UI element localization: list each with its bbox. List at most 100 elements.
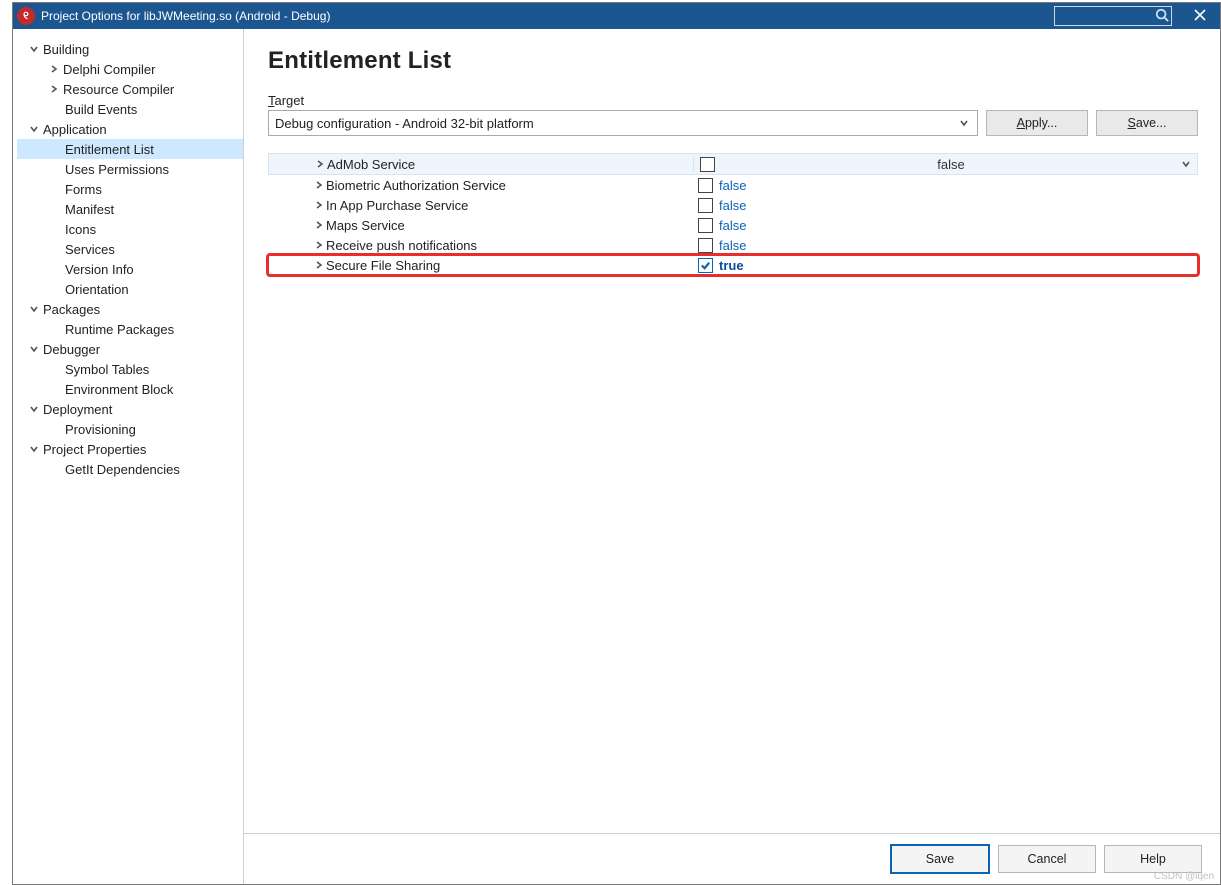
sidebar-group[interactable]: Application: [17, 119, 243, 139]
sidebar-item[interactable]: Runtime Packages: [17, 319, 243, 339]
apply-button[interactable]: Apply...: [986, 110, 1088, 136]
sidebar-item[interactable]: Symbol Tables: [17, 359, 243, 379]
dialog-footer: Save Cancel Help: [244, 833, 1220, 884]
sidebar-item[interactable]: Provisioning: [17, 419, 243, 439]
sidebar-group[interactable]: Packages: [17, 299, 243, 319]
sidebar-tree[interactable]: Building Delphi Compiler Resource Compiler…: [13, 29, 244, 884]
entitlement-row[interactable]: Secure File Sharing true: [268, 255, 1198, 275]
sidebar-group-label: Debugger: [41, 342, 100, 357]
sidebar-item-label: Orientation: [63, 282, 129, 297]
page-title: Entitlement List: [268, 47, 1198, 75]
cancel-button[interactable]: Cancel: [998, 845, 1096, 873]
chevron-icon: [27, 442, 41, 456]
sidebar-item-label: Environment Block: [63, 382, 173, 397]
entitlement-value: false: [719, 218, 746, 233]
sidebar-item-label: Entitlement List: [63, 142, 154, 157]
sidebar-item[interactable]: Entitlement List: [17, 139, 243, 159]
window-title: Project Options for libJWMeeting.so (And…: [41, 9, 330, 23]
chevron-icon: [47, 62, 61, 76]
sidebar-group[interactable]: Building: [17, 39, 243, 59]
sidebar-item[interactable]: Version Info: [17, 259, 243, 279]
entitlement-row[interactable]: In App Purchase Service false: [268, 195, 1198, 215]
sidebar-group[interactable]: Deployment: [17, 399, 243, 419]
sidebar-group-label: Application: [41, 122, 107, 137]
save-config-button[interactable]: Save...: [1096, 110, 1198, 136]
sidebar-item-label: Runtime Packages: [63, 322, 174, 337]
target-select[interactable]: Debug configuration - Android 32-bit pla…: [268, 110, 978, 136]
checkbox[interactable]: [698, 258, 713, 273]
entitlement-value: false: [937, 157, 964, 172]
chevron-icon: [312, 260, 326, 270]
checkbox[interactable]: [698, 198, 713, 213]
entitlement-name: Secure File Sharing: [326, 258, 440, 273]
sidebar-group[interactable]: Project Properties: [17, 439, 243, 459]
checkbox[interactable]: [698, 238, 713, 253]
entitlement-value-cell[interactable]: false: [693, 157, 1197, 172]
entitlement-row[interactable]: Biometric Authorization Servicefalse: [268, 175, 1198, 195]
entitlement-value: true: [719, 258, 744, 273]
checkbox[interactable]: [700, 157, 715, 172]
close-icon: [1194, 9, 1206, 24]
sidebar-group-label: Project Properties: [41, 442, 146, 457]
sidebar-group-label: Packages: [41, 302, 100, 317]
chevron-down-icon: [1181, 157, 1191, 172]
chevron-icon: [27, 42, 41, 56]
titlebar-search-input[interactable]: [1054, 6, 1172, 26]
chevron-icon: [47, 82, 61, 96]
sidebar-item-label: Icons: [63, 222, 96, 237]
sidebar-item-label: Provisioning: [63, 422, 136, 437]
sidebar-item-label: Uses Permissions: [63, 162, 169, 177]
chevron-icon: [27, 122, 41, 136]
sidebar-item-label: Manifest: [63, 202, 114, 217]
sidebar-group[interactable]: Debugger: [17, 339, 243, 359]
project-options-window: ୧ Project Options for libJWMeeting.so (A…: [12, 2, 1221, 885]
entitlement-row[interactable]: AdMob Service false: [268, 153, 1198, 175]
sidebar-item[interactable]: Delphi Compiler: [17, 59, 243, 79]
help-button[interactable]: Help: [1104, 845, 1202, 873]
target-label: Target: [268, 93, 1198, 108]
sidebar-group-label: Deployment: [41, 402, 112, 417]
chevron-down-icon: [959, 116, 971, 131]
entitlement-name: AdMob Service: [327, 157, 415, 172]
entitlement-value-cell[interactable]: false: [692, 218, 1198, 233]
title-bar: ୧ Project Options for libJWMeeting.so (A…: [13, 3, 1220, 29]
entitlement-row[interactable]: Maps Service false: [268, 215, 1198, 235]
checkbox[interactable]: [698, 218, 713, 233]
sidebar-item[interactable]: Resource Compiler: [17, 79, 243, 99]
chevron-icon: [312, 240, 326, 250]
sidebar-item-label: GetIt Dependencies: [63, 462, 180, 477]
entitlement-value-cell[interactable]: false: [692, 238, 1198, 253]
watermark: CSDN @lqen: [1154, 871, 1214, 882]
chevron-icon: [312, 180, 326, 190]
sidebar-group-label: Building: [41, 42, 89, 57]
entitlement-value: false: [719, 238, 746, 253]
sidebar-item[interactable]: Orientation: [17, 279, 243, 299]
sidebar-item[interactable]: Environment Block: [17, 379, 243, 399]
sidebar-item-label: Version Info: [63, 262, 134, 277]
save-button[interactable]: Save: [890, 844, 990, 874]
sidebar-item[interactable]: Uses Permissions: [17, 159, 243, 179]
entitlement-name: Receive push notifications: [326, 238, 477, 253]
entitlement-value-cell[interactable]: true: [692, 258, 1198, 273]
chevron-icon: [27, 302, 41, 316]
sidebar-item[interactable]: Build Events: [17, 99, 243, 119]
entitlement-row[interactable]: Receive push notifications false: [268, 235, 1198, 255]
entitlement-name: In App Purchase Service: [326, 198, 468, 213]
sidebar-item[interactable]: Services: [17, 239, 243, 259]
chevron-icon: [27, 342, 41, 356]
sidebar-item-label: Services: [63, 242, 115, 257]
entitlement-value: false: [719, 198, 746, 213]
entitlement-grid: AdMob ServicefalseBiometric Authorizatio…: [268, 152, 1198, 275]
sidebar-item[interactable]: GetIt Dependencies: [17, 459, 243, 479]
entitlement-value-cell[interactable]: false: [692, 178, 1198, 193]
chevron-icon: [313, 159, 327, 169]
sidebar-item-label: Delphi Compiler: [61, 62, 155, 77]
entitlement-name: Maps Service: [326, 218, 405, 233]
sidebar-item[interactable]: Manifest: [17, 199, 243, 219]
checkbox[interactable]: [698, 178, 713, 193]
sidebar-item[interactable]: Forms: [17, 179, 243, 199]
close-button[interactable]: [1180, 3, 1220, 29]
entitlement-value-cell[interactable]: false: [692, 198, 1198, 213]
target-select-value: Debug configuration - Android 32-bit pla…: [275, 116, 534, 131]
sidebar-item[interactable]: Icons: [17, 219, 243, 239]
